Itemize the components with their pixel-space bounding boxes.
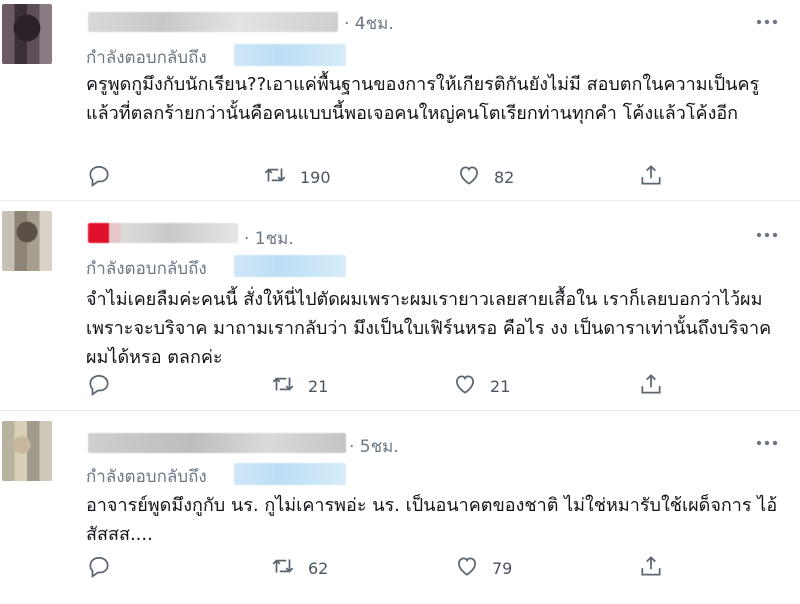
more-horizontal-icon[interactable] — [754, 12, 780, 32]
heart-icon — [454, 553, 480, 583]
avatar[interactable] — [2, 421, 52, 481]
tweet-text: อาจารย์พูดมึงกูกับ นร. กูไม่เคารพอ่ะ นร.… — [86, 495, 778, 545]
tweet-actions: 190 82 — [86, 162, 686, 192]
user-name-redacted[interactable] — [88, 12, 338, 32]
tweet-3[interactable]: · 5ชม. กำลังตอบกลับถึง อาจารย์พูดมึงกูกั… — [0, 411, 800, 604]
retweet-button[interactable]: 62 — [270, 553, 328, 583]
share-icon — [638, 162, 664, 192]
user-name-redacted[interactable] — [88, 223, 238, 243]
retweet-button[interactable]: 21 — [270, 371, 328, 401]
reply-button[interactable] — [86, 553, 112, 583]
like-count: 21 — [490, 376, 511, 396]
like-count: 79 — [492, 558, 513, 578]
like-button[interactable]: 79 — [454, 553, 512, 583]
reply-icon — [86, 371, 112, 401]
retweet-icon — [262, 162, 288, 192]
tweet-2[interactable]: · 1ชม. กำลังตอบกลับถึง จำไม่เคยลืมค่ะคนน… — [0, 201, 800, 410]
tweet-1[interactable]: · 4ชม. กำลังตอบกลับถึง ครูพูดกูมึงกับนัก… — [0, 0, 800, 200]
retweet-icon — [270, 553, 296, 583]
like-button[interactable]: 82 — [456, 162, 514, 192]
like-count: 82 — [494, 167, 515, 187]
reply-icon — [86, 162, 112, 192]
retweet-count: 21 — [308, 376, 329, 396]
heart-icon — [456, 162, 482, 192]
like-button[interactable]: 21 — [452, 371, 510, 401]
retweet-count: 62 — [308, 558, 329, 578]
more-horizontal-icon[interactable] — [754, 225, 780, 245]
tweet-time[interactable]: · 5ชม. — [349, 433, 399, 460]
tweet-text: จำไม่เคยลืมค่ะคนนี้ สั่งให้นี่ไปตัดผมเพร… — [86, 289, 772, 368]
tweet-time[interactable]: · 1ชม. — [244, 225, 294, 252]
share-button[interactable] — [638, 371, 664, 401]
share-icon — [638, 371, 664, 401]
reply-button[interactable] — [86, 371, 112, 401]
heart-icon — [452, 371, 478, 401]
user-name-redacted[interactable] — [88, 433, 346, 453]
share-icon — [638, 553, 664, 583]
avatar[interactable] — [2, 4, 52, 64]
tweet-text: ครูพูดกูมึงกับนักเรียน??เอาแค่พื้นฐานของ… — [86, 74, 760, 124]
reply-to-label: กำลังตอบกลับถึง — [86, 48, 207, 68]
share-button[interactable] — [638, 553, 664, 583]
reply-to-mention-redacted[interactable] — [234, 255, 346, 277]
reply-button[interactable] — [86, 162, 112, 192]
tweet-time[interactable]: · 4ชม. — [344, 10, 394, 37]
reply-to-label: กำลังตอบกลับถึง — [86, 467, 207, 487]
reply-to-label: กำลังตอบกลับถึง — [86, 259, 207, 279]
share-button[interactable] — [638, 162, 664, 192]
avatar[interactable] — [2, 211, 52, 271]
tweet-actions: 21 21 — [86, 371, 686, 401]
reply-icon — [86, 553, 112, 583]
retweet-button[interactable]: 190 — [262, 162, 331, 192]
tweet-actions: 62 79 — [86, 553, 686, 583]
retweet-count: 190 — [300, 167, 331, 187]
more-horizontal-icon[interactable] — [754, 433, 780, 453]
retweet-icon — [270, 371, 296, 401]
reply-to-mention-redacted[interactable] — [234, 463, 346, 485]
reply-to-mention-redacted[interactable] — [234, 44, 346, 66]
